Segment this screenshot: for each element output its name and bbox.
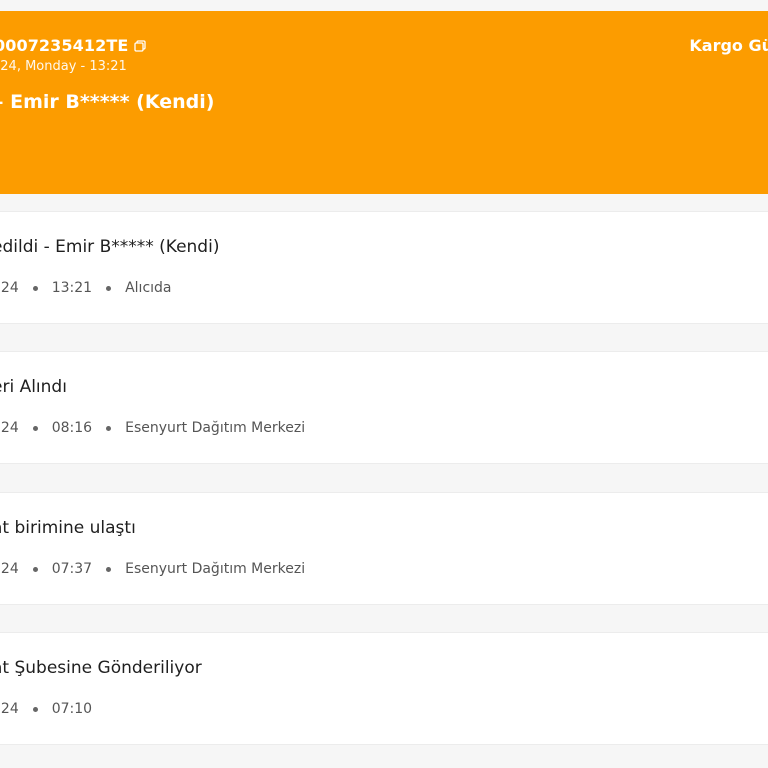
event-title: at birimine ulaştı — [0, 518, 136, 538]
tracking-number: 0007235412TE — [0, 36, 129, 55]
event-time: 07:37 — [51, 561, 93, 577]
delivery-datetime: 024, Monday - 13:21 — [0, 59, 127, 74]
event-date: 024 — [0, 701, 19, 717]
event-meta: 024 13:21 Alıcıda — [0, 279, 172, 297]
event-meta: 024 07:10 — [0, 700, 92, 718]
shipment-tracking-page: 0007235412TE 024, Monday - 13:21 – Emir … — [0, 0, 768, 768]
event-title: eri Alındı — [0, 377, 67, 397]
tracking-event: eri Alındı 024 08:16 Esenyurt Dağıtım Me… — [0, 351, 768, 464]
event-meta: 024 07:37 Esenyurt Dağıtım Merkezi — [0, 560, 305, 578]
event-location: Esenyurt Dağıtım Merkezi — [125, 561, 306, 577]
event-date: 024 — [0, 280, 19, 296]
tracking-number-row: 0007235412TE — [0, 36, 147, 56]
separator-dot — [106, 285, 112, 291]
tracking-event: at Şubesine Gönderiliyor 024 07:10 — [0, 632, 768, 745]
event-time: 08:16 — [51, 420, 93, 436]
event-time: 07:10 — [51, 701, 93, 717]
tracking-event: at birimine ulaştı 024 07:37 Esenyurt Da… — [0, 492, 768, 605]
copy-icon[interactable] — [134, 40, 147, 52]
separator-dot — [106, 566, 112, 572]
event-location: Alıcıda — [125, 280, 172, 296]
cargo-tracking-link[interactable]: Kargo Gü — [689, 36, 768, 56]
tracking-event: edildi - Emir B***** (Kendi) 024 13:21 A… — [0, 211, 768, 324]
separator-dot — [32, 425, 38, 431]
event-title: edildi - Emir B***** (Kendi) — [0, 237, 220, 257]
recipient-name: – Emir B***** (Kendi) — [0, 91, 215, 113]
separator-dot — [32, 706, 38, 712]
event-meta: 024 08:16 Esenyurt Dağıtım Merkezi — [0, 419, 305, 437]
separator-dot — [106, 425, 112, 431]
event-time: 13:21 — [51, 280, 93, 296]
event-date: 024 — [0, 561, 19, 577]
separator-dot — [32, 566, 38, 572]
event-date: 024 — [0, 420, 19, 436]
shipment-header: 0007235412TE 024, Monday - 13:21 – Emir … — [0, 11, 768, 194]
event-title: at Şubesine Gönderiliyor — [0, 658, 202, 678]
event-location: Esenyurt Dağıtım Merkezi — [125, 420, 306, 436]
separator-dot — [32, 285, 38, 291]
